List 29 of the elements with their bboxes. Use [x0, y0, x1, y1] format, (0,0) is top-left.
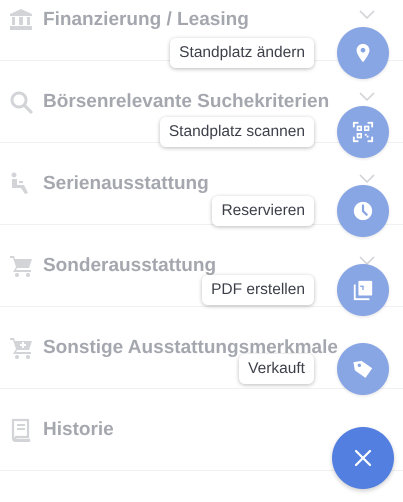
action-label[interactable]: Reservieren	[212, 196, 314, 226]
tag-icon	[352, 358, 374, 380]
action-button[interactable]	[337, 27, 389, 79]
chevron-down-icon[interactable]	[359, 256, 375, 266]
cart-icon	[9, 254, 33, 278]
search-icon	[9, 90, 33, 114]
action-button[interactable]	[337, 106, 389, 158]
action-button[interactable]	[337, 343, 389, 395]
chevron-down-icon[interactable]	[359, 174, 375, 184]
section-title: Sonderausstattung	[43, 254, 218, 276]
clock-icon	[352, 200, 374, 222]
action-label[interactable]: Standplatz scannen	[160, 117, 314, 147]
bank-icon	[9, 8, 33, 32]
section-title: Historie	[43, 418, 115, 440]
action-label[interactable]: PDF erstellen	[202, 275, 314, 305]
cart-plus-icon	[9, 336, 33, 360]
section-title: Börsenrelevante Suchekriterien	[43, 90, 330, 112]
close-button[interactable]	[332, 427, 394, 489]
section-title: Finanzierung / Leasing	[43, 8, 250, 30]
chevron-down-icon[interactable]	[359, 10, 375, 20]
section-title: Serienausstattung	[43, 172, 210, 194]
book-icon	[9, 418, 33, 442]
action-button[interactable]	[337, 264, 389, 316]
close-icon	[354, 449, 372, 467]
qr-code-icon	[352, 121, 374, 143]
action-label[interactable]: Verkauft	[239, 354, 314, 384]
action-label[interactable]: Standplatz ändern	[170, 38, 314, 68]
action-button[interactable]	[337, 185, 389, 237]
chevron-down-icon[interactable]	[359, 92, 375, 102]
